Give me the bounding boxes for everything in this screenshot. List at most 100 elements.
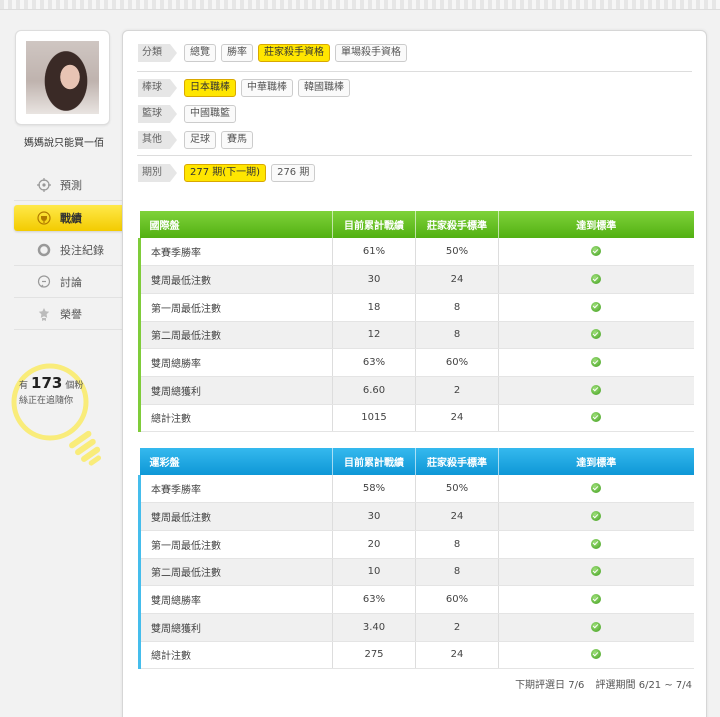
filter-label-other: 其他 <box>138 131 177 149</box>
check-icon <box>591 412 602 423</box>
standard-value-cell: 8 <box>415 321 499 350</box>
nav-item-honors[interactable]: 榮譽 <box>14 298 122 330</box>
sidebar: 媽媽說只能買一佰 預測 戰績 投注紀錄 討論 榮譽 有 173 個粉 絲正在追隨… <box>0 22 138 717</box>
met-cell <box>498 641 694 670</box>
current-value-cell: 63% <box>332 348 416 377</box>
avatar-frame <box>15 30 110 125</box>
chip-npb[interactable]: 日本職棒 <box>184 79 236 97</box>
filter-row-period: 期別 277 期(下一期) 276 期 <box>138 164 320 182</box>
chip-single-game-killer[interactable]: 單場殺手資格 <box>335 44 407 62</box>
standard-value-cell: 24 <box>415 502 499 531</box>
check-icon <box>591 538 602 549</box>
check-icon <box>591 274 602 285</box>
table-row: 雙周總獲利 3.40 2 <box>138 613 694 642</box>
column-header: 達到標準 <box>498 448 694 475</box>
met-cell <box>498 585 694 614</box>
standard-value-cell: 8 <box>415 558 499 587</box>
table-row: 第一周最低注數 18 8 <box>138 293 694 322</box>
nav-label: 戰績 <box>60 212 82 225</box>
current-value-cell: 10 <box>332 558 416 587</box>
chip-overview[interactable]: 總覽 <box>184 44 216 62</box>
top-decoration <box>0 0 720 10</box>
check-icon <box>591 301 602 312</box>
table-title: 運彩盤 <box>139 448 333 475</box>
table-header: 國際盤 目前累計戰績 莊家殺手標準 達到標準 <box>139 211 694 238</box>
check-icon <box>591 384 602 395</box>
check-icon <box>591 594 602 605</box>
nav-item-predict[interactable]: 預測 <box>14 169 122 201</box>
followers-subtext: 絲正在追隨你 <box>19 396 74 406</box>
table-row: 本賽季勝率 58% 50% <box>138 475 694 504</box>
current-value-cell: 61% <box>332 238 416 267</box>
international-table: 國際盤 目前累計戰績 莊家殺手標準 達到標準 本賽季勝率 61% 50% 雙周最低注數… <box>138 211 694 433</box>
met-cell <box>498 265 694 294</box>
current-value-cell: 58% <box>332 475 416 504</box>
current-value-cell: 1015 <box>332 404 416 433</box>
met-cell <box>498 238 694 267</box>
chip-period-277[interactable]: 277 期(下一期) <box>184 164 267 182</box>
filter-label-category: 分類 <box>138 44 177 62</box>
standard-value-cell: 24 <box>415 641 499 670</box>
filter-label-baseball: 棒球 <box>138 79 177 97</box>
nav-label: 榮譽 <box>60 307 82 321</box>
table-row: 雙周最低注數 30 24 <box>138 502 694 531</box>
sports-lottery-table: 運彩盤 目前累計戰績 莊家殺手標準 達到標準 本賽季勝率 58% 50% 雙周最低注數… <box>138 448 694 670</box>
criterion-cell: 第二周最低注數 <box>138 321 333 350</box>
table-row: 第二周最低注數 12 8 <box>138 321 694 350</box>
current-value-cell: 20 <box>332 530 416 559</box>
crosshair-icon <box>36 177 52 193</box>
met-cell <box>498 404 694 433</box>
filter-row-category: 分類 總覽 勝率 莊家殺手資格 單場殺手資格 <box>138 44 412 62</box>
met-cell <box>498 321 694 350</box>
chip-period-276[interactable]: 276 期 <box>271 164 316 182</box>
column-header: 達到標準 <box>498 211 694 238</box>
chip-soccer[interactable]: 足球 <box>184 131 216 149</box>
followers-unit: 個粉 <box>65 381 84 391</box>
current-value-cell: 3.40 <box>332 613 416 642</box>
check-icon <box>591 649 602 660</box>
column-header: 目前累計戰績 <box>332 211 416 238</box>
nav-item-record[interactable]: 戰績 <box>14 205 138 231</box>
met-cell <box>498 475 694 504</box>
check-icon <box>591 566 602 577</box>
filter-row-other: 其他 足球 賽馬 <box>138 131 258 149</box>
followers-prefix: 有 <box>19 381 29 391</box>
table-header: 運彩盤 目前累計戰績 莊家殺手標準 達到標準 <box>139 448 694 475</box>
column-header: 莊家殺手標準 <box>415 211 499 238</box>
standard-value-cell: 50% <box>415 475 499 504</box>
met-cell <box>498 348 694 377</box>
nav-item-betting-records[interactable]: 投注紀錄 <box>14 234 122 266</box>
avatar[interactable] <box>26 41 99 114</box>
column-header: 目前累計戰績 <box>332 448 416 475</box>
table-row: 第一周最低注數 20 8 <box>138 530 694 559</box>
criterion-cell: 雙周總勝率 <box>138 348 333 377</box>
check-icon <box>591 357 602 368</box>
chip-cba[interactable]: 中國職籃 <box>184 105 236 123</box>
trophy-icon <box>36 210 52 226</box>
met-cell <box>498 530 694 559</box>
nav-item-discussion[interactable]: 討論 <box>14 266 122 298</box>
table-title: 國際盤 <box>139 211 333 238</box>
circle-icon <box>36 242 52 258</box>
standard-value-cell: 60% <box>415 348 499 377</box>
criterion-cell: 本賽季勝率 <box>138 238 333 267</box>
chip-cpbl[interactable]: 中華職棒 <box>241 79 293 97</box>
criterion-cell: 第二周最低注數 <box>138 558 333 587</box>
chip-banker-killer[interactable]: 莊家殺手資格 <box>258 44 330 62</box>
chip-horse-racing[interactable]: 賽馬 <box>221 131 253 149</box>
criterion-cell: 雙周最低注數 <box>138 265 333 294</box>
followers-count-line: 有 173 個粉 <box>19 374 83 392</box>
filter-row-baseball: 棒球 日本職棒 中華職棒 韓國職棒 <box>138 79 355 97</box>
followers-count: 173 <box>31 374 63 392</box>
medal-icon <box>36 306 52 322</box>
username[interactable]: 媽媽說只能買一佰 <box>0 134 128 149</box>
chip-kbo[interactable]: 韓國職棒 <box>298 79 350 97</box>
evaluation-info: 下期評選日 7/6 評選期間 6/21 ~ 7/4 <box>507 676 692 691</box>
evaluation-period: 評選期間 6/21 ~ 7/4 <box>595 680 692 691</box>
chip-win-rate[interactable]: 勝率 <box>221 44 253 62</box>
criterion-cell: 本賽季勝率 <box>138 475 333 504</box>
criterion-cell: 總計注數 <box>138 641 333 670</box>
table-body: 本賽季勝率 58% 50% 雙周最低注數 30 24 第一周最低注數 20 8 第二周最低注數 10… <box>138 475 694 670</box>
standard-value-cell: 60% <box>415 585 499 614</box>
criterion-cell: 總計注數 <box>138 404 333 433</box>
